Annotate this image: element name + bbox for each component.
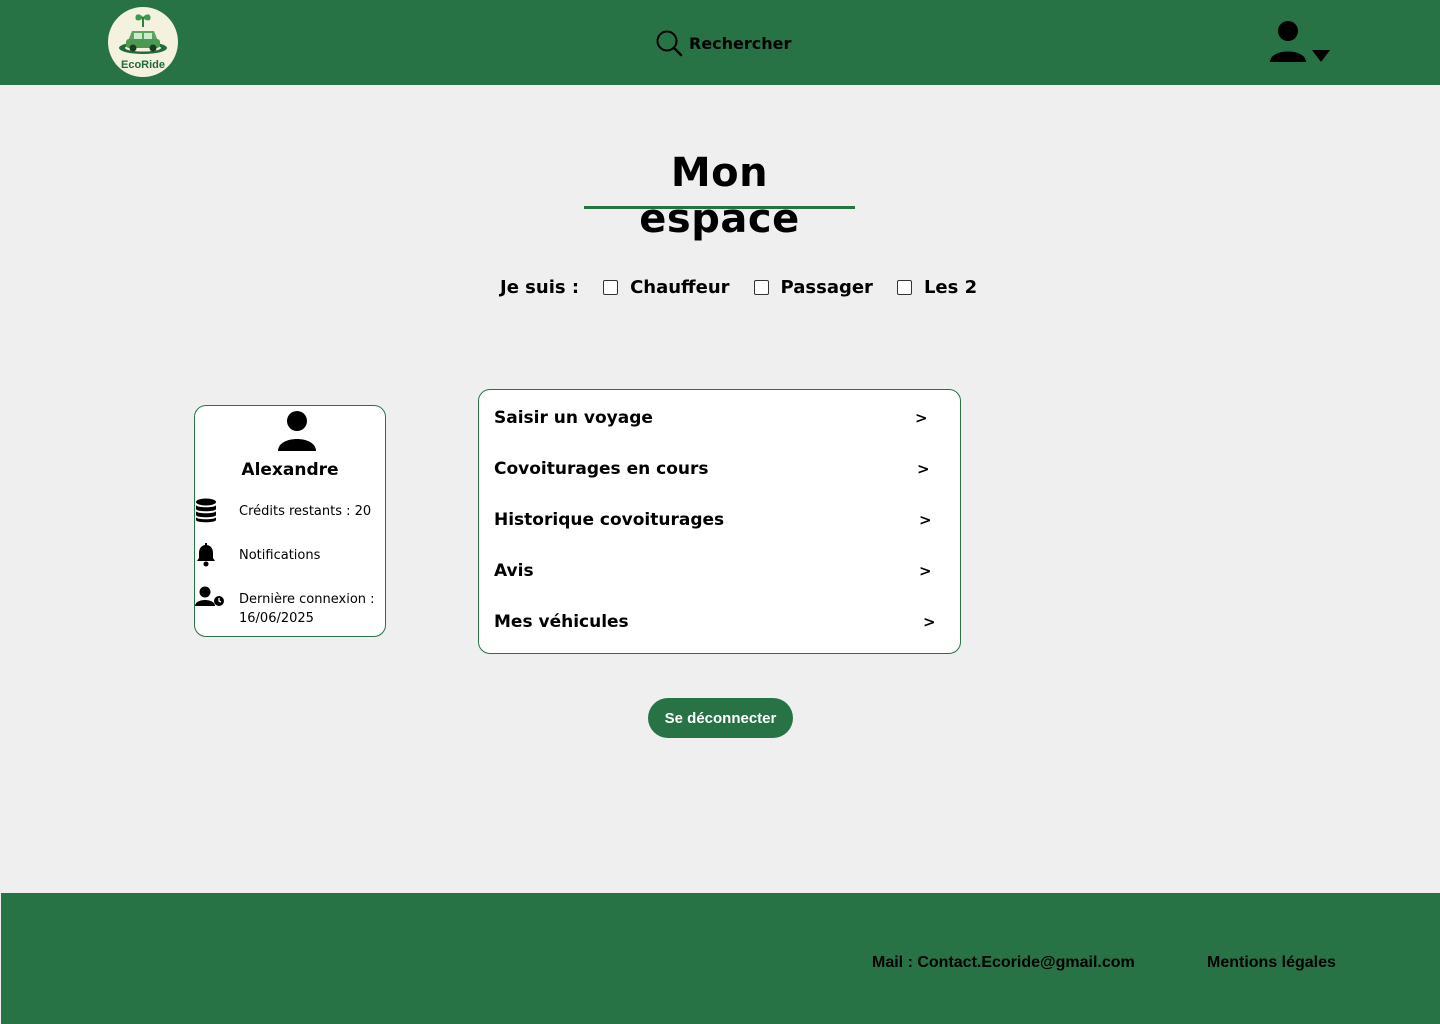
passager-checkbox[interactable]: [753, 279, 769, 295]
role-option-label: Passager: [780, 276, 873, 298]
footer-legal-link[interactable]: Mentions légales: [1207, 954, 1336, 972]
menu-item-avis[interactable]: Avis >: [494, 556, 934, 586]
role-option-les-2[interactable]: Les 2: [896, 276, 978, 298]
role-selector: Je suis : Chauffeur Passager Les 2: [500, 272, 1001, 302]
bell-icon: [197, 543, 215, 567]
role-prompt: Je suis :: [500, 276, 580, 298]
role-option-label: Les 2: [923, 276, 978, 298]
chauffeur-checkbox[interactable]: [603, 279, 619, 295]
avatar-icon: [278, 411, 316, 451]
last-login-date: 16/06/2025: [239, 611, 314, 626]
chevron-right-icon: >: [915, 409, 928, 427]
last-login-text: Dernière connexion : 16/06/2025: [239, 590, 375, 628]
logo-text: EcoRide: [120, 59, 165, 71]
account-menu: Saisir un voyage > Covoiturages en cours…: [478, 389, 961, 654]
menu-item-label: Historique covoiturages: [494, 510, 725, 530]
menu-item-label: Covoiturages en cours: [494, 459, 709, 479]
notifications-text: Notifications: [239, 548, 321, 563]
user-menu-button[interactable]: [1266, 20, 1336, 66]
search-label: Rechercher: [689, 33, 792, 53]
chevron-right-icon: >: [919, 562, 932, 580]
menu-item-saisir-voyage[interactable]: Saisir un voyage >: [494, 403, 934, 433]
chevron-right-icon: >: [919, 511, 932, 529]
chevron-right-icon: >: [923, 613, 936, 631]
user-clock-icon: [195, 586, 224, 606]
menu-item-label: Avis: [494, 561, 534, 581]
coins-icon: [196, 498, 216, 523]
role-option-chauffeur[interactable]: Chauffeur: [603, 276, 730, 298]
menu-item-label: Mes véhicules: [494, 612, 629, 632]
user-icon: [1270, 21, 1330, 62]
role-option-passager[interactable]: Passager: [753, 276, 873, 298]
chevron-right-icon: >: [917, 460, 930, 478]
les-2-checkbox[interactable]: [896, 279, 912, 295]
menu-item-mes-vehicules[interactable]: Mes véhicules >: [494, 607, 936, 637]
logout-button[interactable]: Se déconnecter: [648, 698, 793, 738]
footer-contact-mail: Mail : Contact.Ecoride@gmail.com: [872, 954, 1135, 971]
credits-text: Crédits restants : 20: [239, 504, 372, 519]
profile-card: Alexandre Crédits restants : 20 Notifica…: [194, 405, 386, 637]
page-title: Mon espace: [639, 150, 800, 242]
menu-item-historique-covoiturages[interactable]: Historique covoiturages >: [494, 505, 934, 535]
last-login-label: Dernière connexion :: [239, 592, 375, 607]
ecoride-logo[interactable]: EcoRide: [108, 7, 178, 77]
menu-item-covoiturages-en-cours[interactable]: Covoiturages en cours >: [494, 454, 934, 484]
search-icon: [656, 30, 683, 57]
role-option-label: Chauffeur: [630, 276, 730, 298]
profile-name: Alexandre: [241, 460, 339, 480]
search-button[interactable]: Rechercher: [655, 28, 791, 58]
menu-item-label: Saisir un voyage: [494, 408, 653, 428]
dropdown-caret-icon: [1312, 50, 1330, 62]
title-underline: [584, 206, 855, 209]
